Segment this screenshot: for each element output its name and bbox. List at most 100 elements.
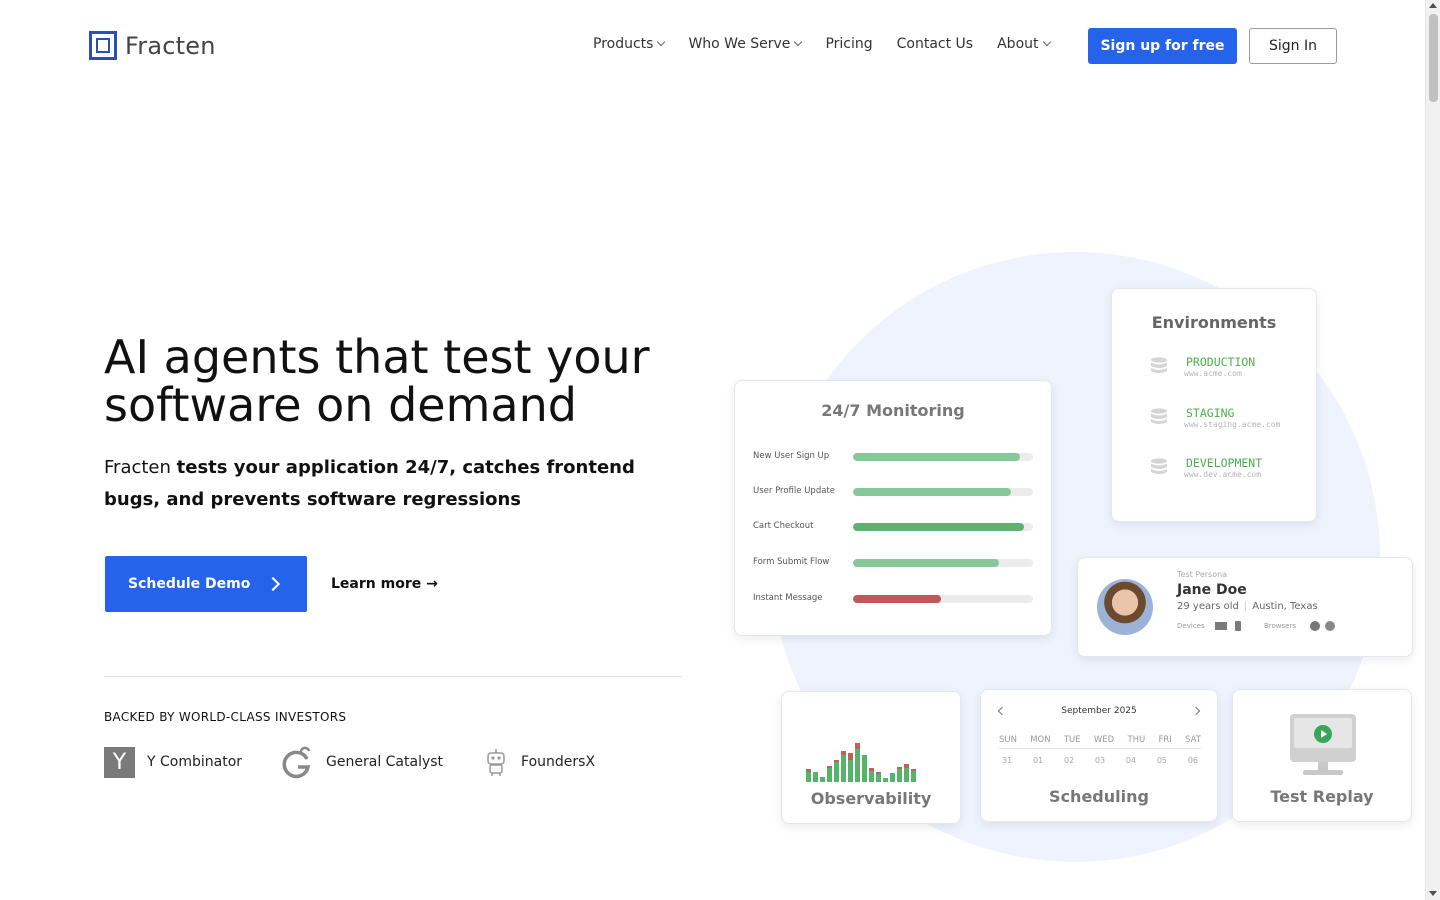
nav-products[interactable]: Products — [593, 36, 666, 52]
observability-title: Observability — [810, 789, 932, 808]
nav-pricing[interactable]: Pricing — [825, 36, 872, 52]
progress-fill — [853, 453, 1021, 461]
database-icon — [1151, 357, 1167, 373]
progress-bar — [853, 523, 1033, 531]
sign-up-button[interactable]: Sign up for free — [1088, 28, 1237, 64]
scroll-up-icon[interactable] — [1429, 3, 1437, 8]
chart-bar — [813, 772, 818, 782]
nav-label: About — [997, 36, 1039, 52]
environment-url: www.staging.acme.com — [1184, 420, 1281, 429]
logo-icon — [89, 31, 117, 60]
calendar-date[interactable]: 03 — [1095, 756, 1105, 765]
schedule-demo-button[interactable]: Schedule Demo — [105, 556, 307, 612]
database-icon — [1151, 408, 1167, 424]
progress-fill — [853, 559, 999, 567]
mobile-icon — [1234, 621, 1241, 631]
devices-label: Devices — [1177, 622, 1205, 630]
scroll-down-icon[interactable] — [1429, 891, 1437, 896]
investors-title: BACKED BY WORLD-CLASS INVESTORS — [104, 710, 347, 724]
calendar-date[interactable]: 01 — [1033, 756, 1043, 765]
calendar-day: SAT — [1185, 735, 1201, 745]
environments-card: Environments PRODUCTION www.acme.com STAGI… — [1111, 288, 1317, 522]
chart-bar — [890, 773, 895, 782]
calendar-date[interactable]: 04 — [1126, 756, 1136, 765]
environments-title: Environments — [1151, 313, 1277, 332]
chart-bar — [897, 767, 902, 782]
chart-bar-error — [876, 772, 881, 774]
chart-bar-error — [911, 769, 916, 771]
y-combinator-icon: Y — [104, 746, 135, 778]
observability-card: Observability — [781, 691, 961, 824]
test-replay-title: Test Replay — [1270, 787, 1374, 806]
chevron-down-icon — [1042, 37, 1051, 47]
investors-list: Y Y Combinator General Catalyst Founders… — [104, 745, 635, 779]
chart-bar-error — [841, 751, 846, 755]
chevron-down-icon — [794, 37, 803, 47]
calendar-day: FRI — [1158, 735, 1172, 745]
general-catalyst-icon — [282, 746, 311, 779]
chart-bar — [876, 772, 881, 782]
site-header: Fracten Products Who We Serve Pricing Co… — [0, 0, 1425, 92]
monitoring-row-label: User Profile Update — [753, 486, 835, 496]
chart-bar-error — [869, 768, 874, 771]
scrollbar[interactable] — [1425, 0, 1440, 900]
nav-label: Pricing — [825, 36, 873, 52]
nav-who-we-serve[interactable]: Who We Serve — [688, 36, 803, 52]
calendar-date[interactable]: 31 — [1002, 756, 1012, 765]
monitoring-row: New User Sign Up — [753, 451, 1035, 463]
chevron-down-icon — [657, 37, 666, 47]
persona-card: Test Persona Jane Doe 29 years old | Austi… — [1077, 557, 1413, 657]
chart-bar-error — [834, 760, 839, 762]
learn-more-link[interactable]: Learn more → — [331, 576, 438, 592]
chart-bar-error — [848, 753, 853, 760]
schedule-demo-label: Schedule Demo — [128, 576, 251, 592]
chart-bar — [911, 769, 916, 782]
calendar-day: TUE — [1063, 735, 1081, 745]
chart-bar-error — [827, 766, 832, 768]
logo[interactable]: Fracten — [89, 31, 216, 60]
progress-fill — [853, 488, 1012, 496]
persona-location: Austin, Texas — [1252, 601, 1318, 612]
chart-bar — [834, 760, 839, 782]
investor-y-combinator: Y Y Combinator — [104, 746, 243, 778]
chart-bar — [862, 755, 867, 782]
calendar-date[interactable]: 05 — [1157, 756, 1167, 765]
calendar-day: WED — [1093, 735, 1115, 745]
scrollbar-thumb[interactable] — [1429, 14, 1438, 102]
chart-bar-error — [855, 743, 860, 749]
progress-fill — [853, 595, 942, 603]
nav-contact-us[interactable]: Contact Us — [897, 36, 973, 52]
calendar-header: September 2025 — [997, 706, 1201, 716]
nav-label: Contact Us — [896, 36, 974, 52]
monitor-icon — [1290, 714, 1356, 762]
monitoring-row: User Profile Update — [753, 486, 1035, 498]
persona-browsers: Browsers — [1264, 621, 1336, 631]
investor-name: General Catalyst — [326, 754, 444, 770]
investor-general-catalyst: General Catalyst — [282, 745, 443, 779]
monitoring-row-label: New User Sign Up — [753, 451, 830, 461]
investor-foundersx: FoundersX — [483, 747, 595, 777]
scheduling-card: September 2025 SUN MON TUE WED THU FRI SAT 31 0… — [980, 689, 1218, 822]
sign-in-button[interactable]: Sign In — [1249, 28, 1337, 64]
calendar-day: THU — [1127, 735, 1146, 745]
hero-title: AI agents that test your software on dem… — [104, 330, 650, 432]
hero-subtitle-bold: tests your application 24/7, catches fro… — [104, 457, 635, 510]
progress-fill — [853, 523, 1024, 531]
monitoring-row-label: Cart Checkout — [753, 521, 814, 531]
monitoring-row: Form Submit Flow — [753, 557, 1035, 569]
chevron-right-icon — [266, 576, 281, 592]
robot-icon — [487, 749, 505, 776]
test-replay-card: Test Replay — [1232, 689, 1412, 822]
nav-about[interactable]: About — [997, 36, 1051, 52]
chart-bar — [869, 768, 874, 782]
progress-bar — [853, 559, 1033, 567]
persona-name: Jane Doe — [1177, 582, 1247, 598]
persona-meta: 29 years old | Austin, Texas — [1177, 601, 1318, 612]
investor-name: Y Combinator — [147, 754, 243, 770]
calendar-days: SUN MON TUE WED THU FRI SAT — [999, 735, 1201, 749]
calendar-date[interactable]: 06 — [1188, 756, 1198, 765]
calendar-date[interactable]: 02 — [1064, 756, 1074, 765]
persona-devices: Devices — [1177, 621, 1241, 631]
monitoring-row-label: Form Submit Flow — [753, 557, 830, 567]
chart-bar — [806, 769, 811, 782]
